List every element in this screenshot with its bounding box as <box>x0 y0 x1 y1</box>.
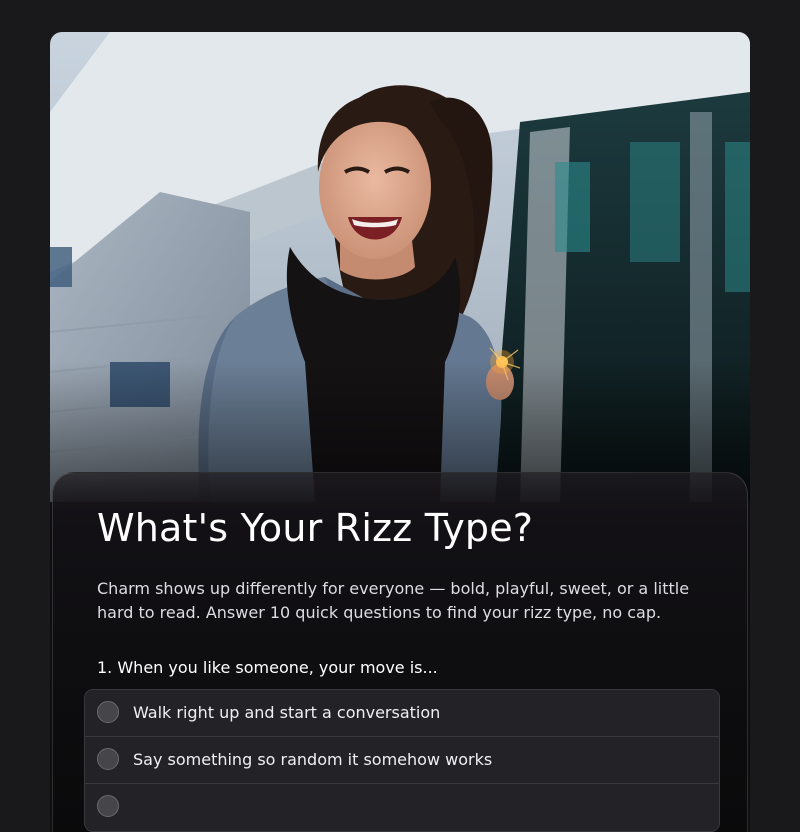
answer-option-label: Walk right up and start a conversation <box>133 703 441 722</box>
quiz-intro: Charm shows up differently for everyone … <box>97 579 690 622</box>
hero-image <box>50 32 750 502</box>
answer-option[interactable] <box>85 784 719 831</box>
answer-option[interactable]: Say something so random it somehow works <box>85 737 719 784</box>
quiz-panel: What's Your Rizz Type? Charm shows up di… <box>52 472 748 832</box>
quiz-card: What's Your Rizz Type? Charm shows up di… <box>50 32 750 832</box>
answer-option[interactable]: Walk right up and start a conversation <box>85 690 719 737</box>
answer-options: Walk right up and start a conversation S… <box>84 689 720 832</box>
radio-button[interactable] <box>97 701 119 723</box>
radio-button[interactable] <box>97 795 119 817</box>
quiz-title: What's Your Rizz Type? <box>97 506 534 550</box>
radio-button[interactable] <box>97 748 119 770</box>
answer-option-label: Say something so random it somehow works <box>133 750 493 769</box>
question-label: 1. When you like someone, your move is..… <box>97 658 438 677</box>
